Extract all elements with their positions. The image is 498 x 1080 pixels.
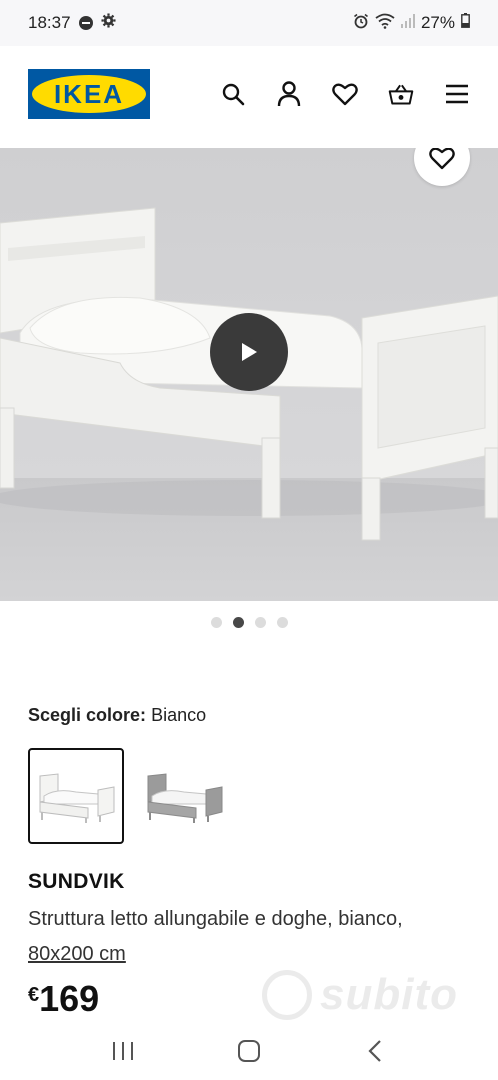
price-currency: € <box>28 984 40 1006</box>
play-video-button[interactable] <box>210 313 288 391</box>
system-navigation-bar <box>0 1022 498 1080</box>
status-right: 27% <box>353 13 470 34</box>
heart-icon[interactable] <box>332 81 358 107</box>
product-name: SUNDVIK <box>28 870 125 893</box>
heart-icon <box>429 148 455 170</box>
battery-percent: 27% <box>420 13 455 32</box>
status-left: 18:37 <box>28 13 116 33</box>
color-chooser-label: Scegli colore: Bianco <box>28 705 206 726</box>
swatch-white[interactable] <box>28 748 124 844</box>
product-description: Struttura letto allungabile e doghe, bia… <box>28 902 468 972</box>
back-button[interactable] <box>360 1036 390 1066</box>
watermark-logo-icon <box>262 970 312 1020</box>
color-label-value: Bianco <box>151 705 207 725</box>
alarm-icon <box>353 13 369 34</box>
gallery-pagination <box>0 617 498 628</box>
signal-icon <box>400 13 415 33</box>
battery-icon <box>461 13 470 33</box>
status-time: 18:37 <box>28 13 71 32</box>
basket-icon[interactable] <box>388 81 414 107</box>
product-price: € 169 <box>28 978 99 1020</box>
status-bar: 18:37 27% <box>0 0 498 46</box>
product-size-link[interactable]: 80x200 cm <box>28 943 126 965</box>
watermark-text: subito <box>320 970 458 1019</box>
recent-apps-icon <box>113 1042 133 1060</box>
bed-thumbnail-grey <box>147 773 223 823</box>
bed-thumbnail-white <box>39 773 115 823</box>
product-description-text: Struttura letto allungabile e doghe, bia… <box>28 908 403 930</box>
site-header: IKEA <box>0 46 498 142</box>
recent-apps-button[interactable] <box>108 1036 138 1066</box>
menu-icon[interactable] <box>444 81 470 107</box>
color-label-title: Scegli colore: <box>28 705 147 725</box>
settings-gear-icon <box>101 13 116 33</box>
account-icon[interactable] <box>276 81 302 107</box>
back-chevron-icon <box>368 1040 381 1062</box>
header-icons <box>220 81 470 107</box>
play-icon <box>242 343 257 361</box>
logo-oval: IKEA <box>32 75 146 113</box>
home-icon <box>238 1040 260 1062</box>
subito-watermark: subito <box>262 970 458 1020</box>
ikea-logo[interactable]: IKEA <box>28 69 150 119</box>
search-icon[interactable] <box>220 81 246 107</box>
product-image-gallery[interactable] <box>0 148 498 601</box>
home-button[interactable] <box>234 1036 264 1066</box>
wifi-icon <box>375 13 395 34</box>
price-value: 169 <box>39 978 100 1019</box>
logo-text: IKEA <box>53 78 125 109</box>
color-swatches <box>28 748 232 844</box>
swatch-grey[interactable] <box>136 748 232 844</box>
pagination-dot[interactable] <box>210 617 222 628</box>
do-not-disturb-icon <box>78 16 93 30</box>
pagination-dot[interactable] <box>276 617 288 628</box>
pagination-dot[interactable] <box>254 617 266 628</box>
pagination-dot-active[interactable] <box>232 617 244 628</box>
